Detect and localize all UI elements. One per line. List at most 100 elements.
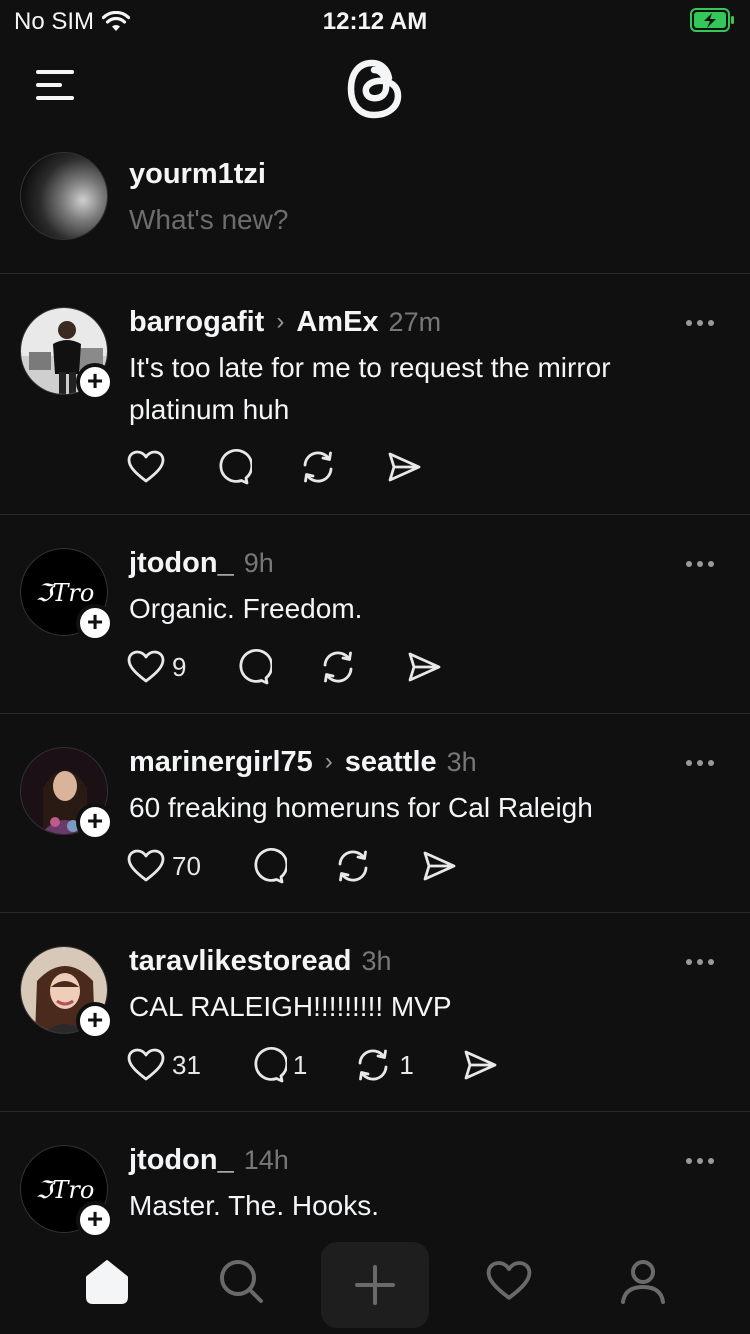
send-icon [409, 652, 441, 682]
post-community[interactable]: seattle [345, 746, 437, 779]
follow-button[interactable]: + [76, 1002, 114, 1040]
like-button[interactable]: 9 [126, 647, 186, 687]
post-actions: 31 1 1 [126, 1045, 546, 1085]
more-horizontal-icon[interactable] [686, 1151, 720, 1164]
follow-button[interactable]: + [76, 1201, 114, 1236]
heart-icon [486, 1261, 532, 1300]
feed-post: ℑTro + jtodon_ 9h Organic. Freedom. 9 [0, 516, 750, 714]
like-count: 31 [172, 1049, 201, 1080]
post-author[interactable]: jtodon_ [129, 547, 234, 580]
share-button[interactable] [460, 1045, 500, 1085]
composer-username: yourm1tzi [129, 158, 266, 190]
repost-icon [358, 1049, 388, 1081]
battery-charging-icon [690, 8, 734, 32]
feed-post: + barrogafit › AmEx 27m It's too late fo… [0, 275, 750, 515]
repost-count: 1 [399, 1049, 414, 1080]
send-icon [464, 1050, 497, 1080]
more-horizontal-icon[interactable] [686, 313, 720, 326]
status-bar: No SIM 12:12 AM [0, 0, 750, 42]
threads-feed-screen: No SIM 12:12 AM yourm1tzi What's new? + … [0, 0, 750, 1334]
repost-button[interactable] [318, 647, 358, 687]
like-button[interactable] [126, 447, 166, 487]
reply-count: 1 [292, 1049, 308, 1080]
post-actions: 70 [126, 846, 505, 886]
post-time: 14h [243, 1144, 289, 1175]
feed-post: + marinergirl75 › seattle 3h 60 freaking… [0, 715, 750, 913]
post-time: 27m [388, 306, 442, 337]
tab-create[interactable] [321, 1242, 429, 1328]
more-horizontal-icon[interactable] [686, 753, 720, 766]
tab-activity[interactable] [474, 1246, 544, 1316]
search-icon [220, 1260, 263, 1303]
post-author[interactable]: barrogafit [129, 306, 264, 339]
post-text: CAL RALEIGH!!!!!!!!! MVP [129, 991, 452, 1022]
feed-post: + taravlikestoread 3h CAL RALEIGH!!!!!!!… [0, 914, 750, 1112]
heart-icon [127, 1048, 165, 1081]
like-count: 70 [172, 850, 201, 881]
post-meta: taravlikestoread 3h [129, 942, 392, 980]
post-meta: barrogafit › AmEx 27m [129, 303, 441, 341]
post-author[interactable]: marinergirl75 [129, 746, 313, 779]
follow-button[interactable]: + [76, 604, 114, 642]
reply-button[interactable] [247, 846, 287, 886]
repost-button[interactable] [333, 846, 373, 886]
hamburger-icon[interactable] [36, 70, 74, 100]
share-button[interactable] [404, 647, 444, 687]
send-icon [423, 851, 456, 881]
tab-profile[interactable] [608, 1246, 678, 1316]
reply-button[interactable]: 1 [247, 1045, 307, 1085]
follow-button[interactable]: + [76, 363, 114, 401]
repost-button[interactable] [298, 447, 338, 487]
plus-icon [355, 1265, 395, 1305]
composer-placeholder[interactable]: What's new? [129, 204, 288, 236]
post-time: 3h [446, 746, 477, 777]
threads-logo[interactable] [343, 54, 407, 124]
status-time: 12:12 AM [322, 8, 428, 35]
tab-search[interactable] [206, 1246, 276, 1316]
share-button[interactable] [384, 447, 424, 487]
repost-icon [324, 651, 353, 683]
feed-post: ℑTro + jtodon_ 14h Master. The. Hooks. [0, 1113, 750, 1236]
post-author[interactable]: taravlikestoread [129, 945, 351, 978]
bottom-tab-bar [0, 1236, 750, 1334]
reply-button[interactable] [212, 447, 252, 487]
repost-icon [338, 850, 368, 882]
comment-icon [254, 1046, 287, 1083]
heart-icon [127, 450, 165, 483]
post-time: 3h [361, 945, 392, 976]
app-header [0, 42, 750, 134]
more-horizontal-icon[interactable] [686, 554, 720, 567]
post-text: Organic. Freedom. [129, 593, 363, 624]
follow-button[interactable]: + [76, 803, 114, 841]
tab-home[interactable] [72, 1246, 142, 1316]
repost-button[interactable]: 1 [353, 1045, 414, 1085]
home-icon [86, 1260, 128, 1304]
like-count: 9 [172, 651, 187, 682]
user-avatar[interactable] [20, 152, 108, 240]
like-button[interactable]: 31 [126, 1045, 201, 1085]
post-actions [126, 447, 470, 487]
heart-icon [127, 849, 165, 882]
profile-icon [621, 1260, 665, 1304]
heart-icon [127, 650, 165, 683]
post-meta: jtodon_ 9h [129, 544, 274, 582]
post-text: 60 freaking homeruns for Cal Raleigh [129, 792, 593, 823]
post-meta: marinergirl75 › seattle 3h [129, 743, 477, 781]
repost-icon [303, 451, 333, 483]
like-button[interactable]: 70 [126, 846, 201, 886]
post-meta: jtodon_ 14h [129, 1141, 289, 1179]
post-text: It's too late for me to request the mirr… [129, 352, 611, 425]
share-button[interactable] [419, 846, 459, 886]
reply-button[interactable] [232, 647, 273, 687]
comment-icon [239, 648, 273, 685]
post-author[interactable]: jtodon_ [129, 1144, 234, 1177]
chevron-right-icon: › [324, 748, 333, 775]
send-icon [388, 452, 421, 482]
post-community[interactable]: AmEx [296, 306, 378, 339]
post-actions: 9 [126, 647, 490, 687]
new-thread-composer[interactable]: yourm1tzi What's new? [0, 134, 750, 274]
post-text: Master. The. Hooks. [129, 1190, 380, 1221]
comment-icon [219, 448, 252, 485]
post-time: 9h [243, 547, 274, 578]
more-horizontal-icon[interactable] [686, 952, 720, 965]
